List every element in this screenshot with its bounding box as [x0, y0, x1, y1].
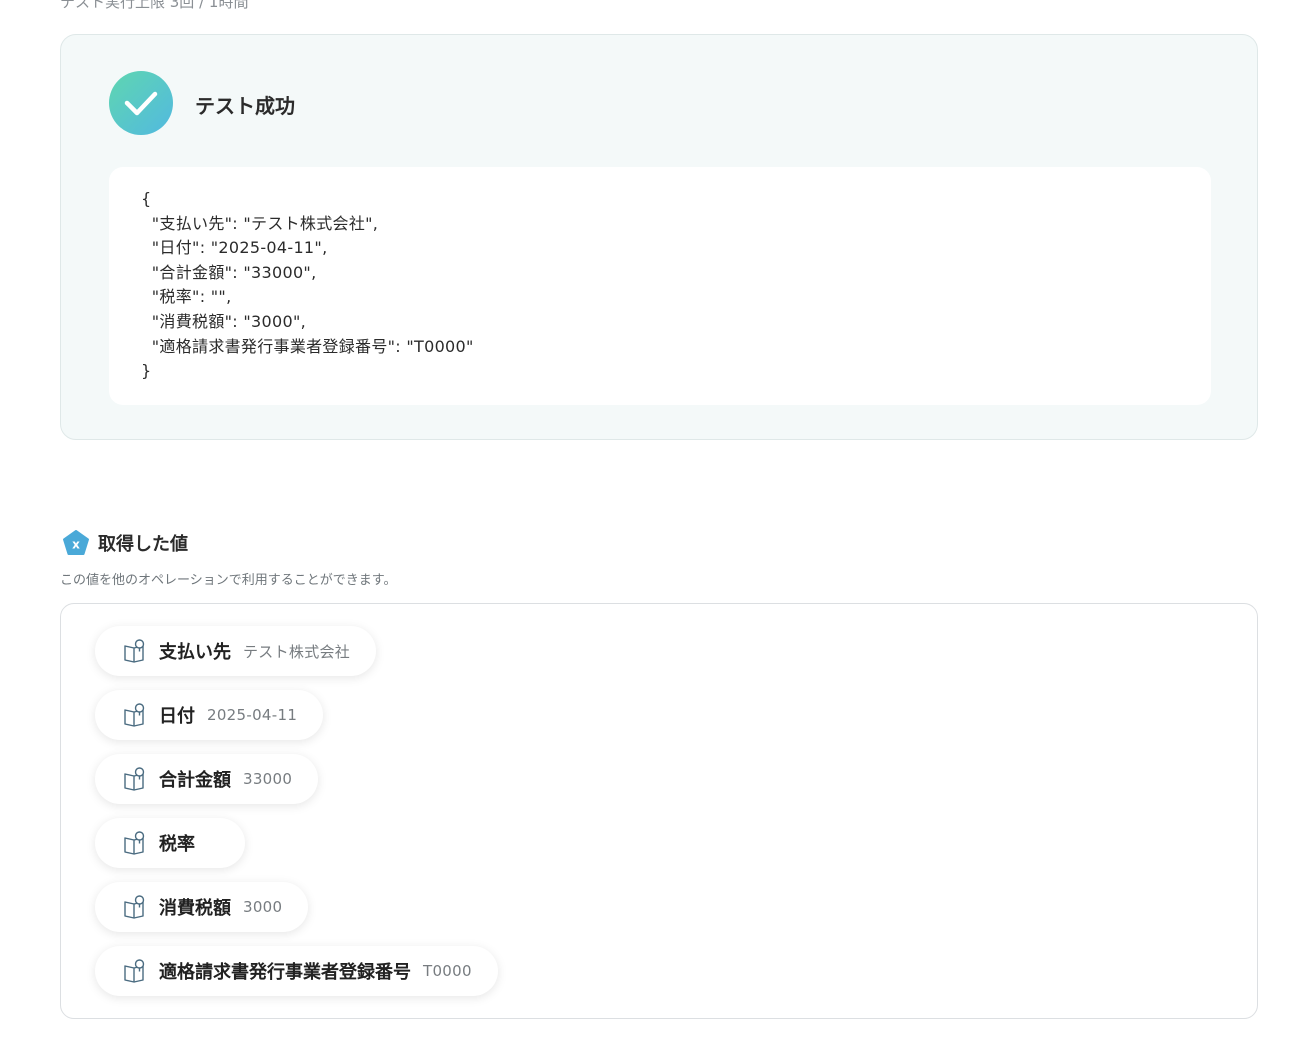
- json-line: "支払い先": "テスト株式会社",: [141, 213, 379, 233]
- json-line: "合計金額": "33000",: [141, 262, 317, 282]
- book-magnifier-icon: [124, 831, 145, 855]
- json-line: "税率": "",: [141, 287, 232, 307]
- value-chip-payee[interactable]: 支払い先 テスト株式会社: [95, 626, 377, 676]
- book-magnifier-icon: [124, 703, 145, 727]
- value-chip-total-amount[interactable]: 合計金額 33000: [95, 754, 319, 804]
- svg-text:x: x: [72, 538, 80, 552]
- json-line: }: [141, 361, 152, 381]
- json-output: { "支払い先": "テスト株式会社", "日付": "2025-04-11",…: [109, 167, 1211, 405]
- value-chip-value: T0000: [423, 962, 472, 980]
- value-chip-label: 日付: [159, 706, 195, 727]
- json-line: "日付": "2025-04-11",: [141, 238, 328, 258]
- value-chip-date[interactable]: 日付 2025-04-11: [95, 690, 324, 740]
- value-chip-label: 支払い先: [159, 642, 231, 663]
- variable-pentagon-icon: x: [63, 530, 89, 555]
- value-chip-value: 2025-04-11: [207, 706, 298, 724]
- test-result-card: テスト成功 { "支払い先": "テスト株式会社", "日付": "2025-0…: [60, 34, 1258, 440]
- book-magnifier-icon: [124, 895, 145, 919]
- success-check-icon: [109, 71, 173, 135]
- value-chip-value: 33000: [243, 770, 293, 788]
- json-line: "消費税額": "3000",: [141, 311, 306, 331]
- book-magnifier-icon: [124, 959, 145, 983]
- json-line: {: [141, 189, 152, 208]
- acquired-values-header: x 取得した値: [62, 529, 188, 557]
- value-chip-label: 適格請求書発行事業者登録番号: [159, 962, 411, 983]
- acquired-values-title: 取得した値: [98, 534, 188, 555]
- value-chip-label: 消費税額: [159, 898, 231, 919]
- value-chip-value: テスト株式会社: [243, 642, 351, 661]
- value-chip-tax-rate[interactable]: 税率: [95, 818, 245, 868]
- value-chip-label: 税率: [159, 834, 195, 855]
- book-magnifier-icon: [124, 767, 145, 791]
- test-limit-note: テスト実行上限 3回 / 1時間: [60, 0, 249, 11]
- book-magnifier-icon: [124, 639, 145, 663]
- value-chip-invoice-registration-number[interactable]: 適格請求書発行事業者登録番号 T0000: [95, 946, 498, 996]
- acquired-values-description: この値を他のオペレーションで利用することができます。: [60, 573, 397, 588]
- test-result-title: テスト成功: [195, 94, 295, 118]
- value-chip-consumption-tax[interactable]: 消費税額 3000: [95, 882, 309, 932]
- json-line: "適格請求書発行事業者登録番号": "T0000": [141, 336, 474, 356]
- value-chip-label: 合計金額: [159, 770, 231, 791]
- acquired-values-list: 支払い先 テスト株式会社 日付 2025-04-11 合計金額 33000 税率: [60, 603, 1258, 1019]
- value-chip-value: 3000: [243, 898, 283, 916]
